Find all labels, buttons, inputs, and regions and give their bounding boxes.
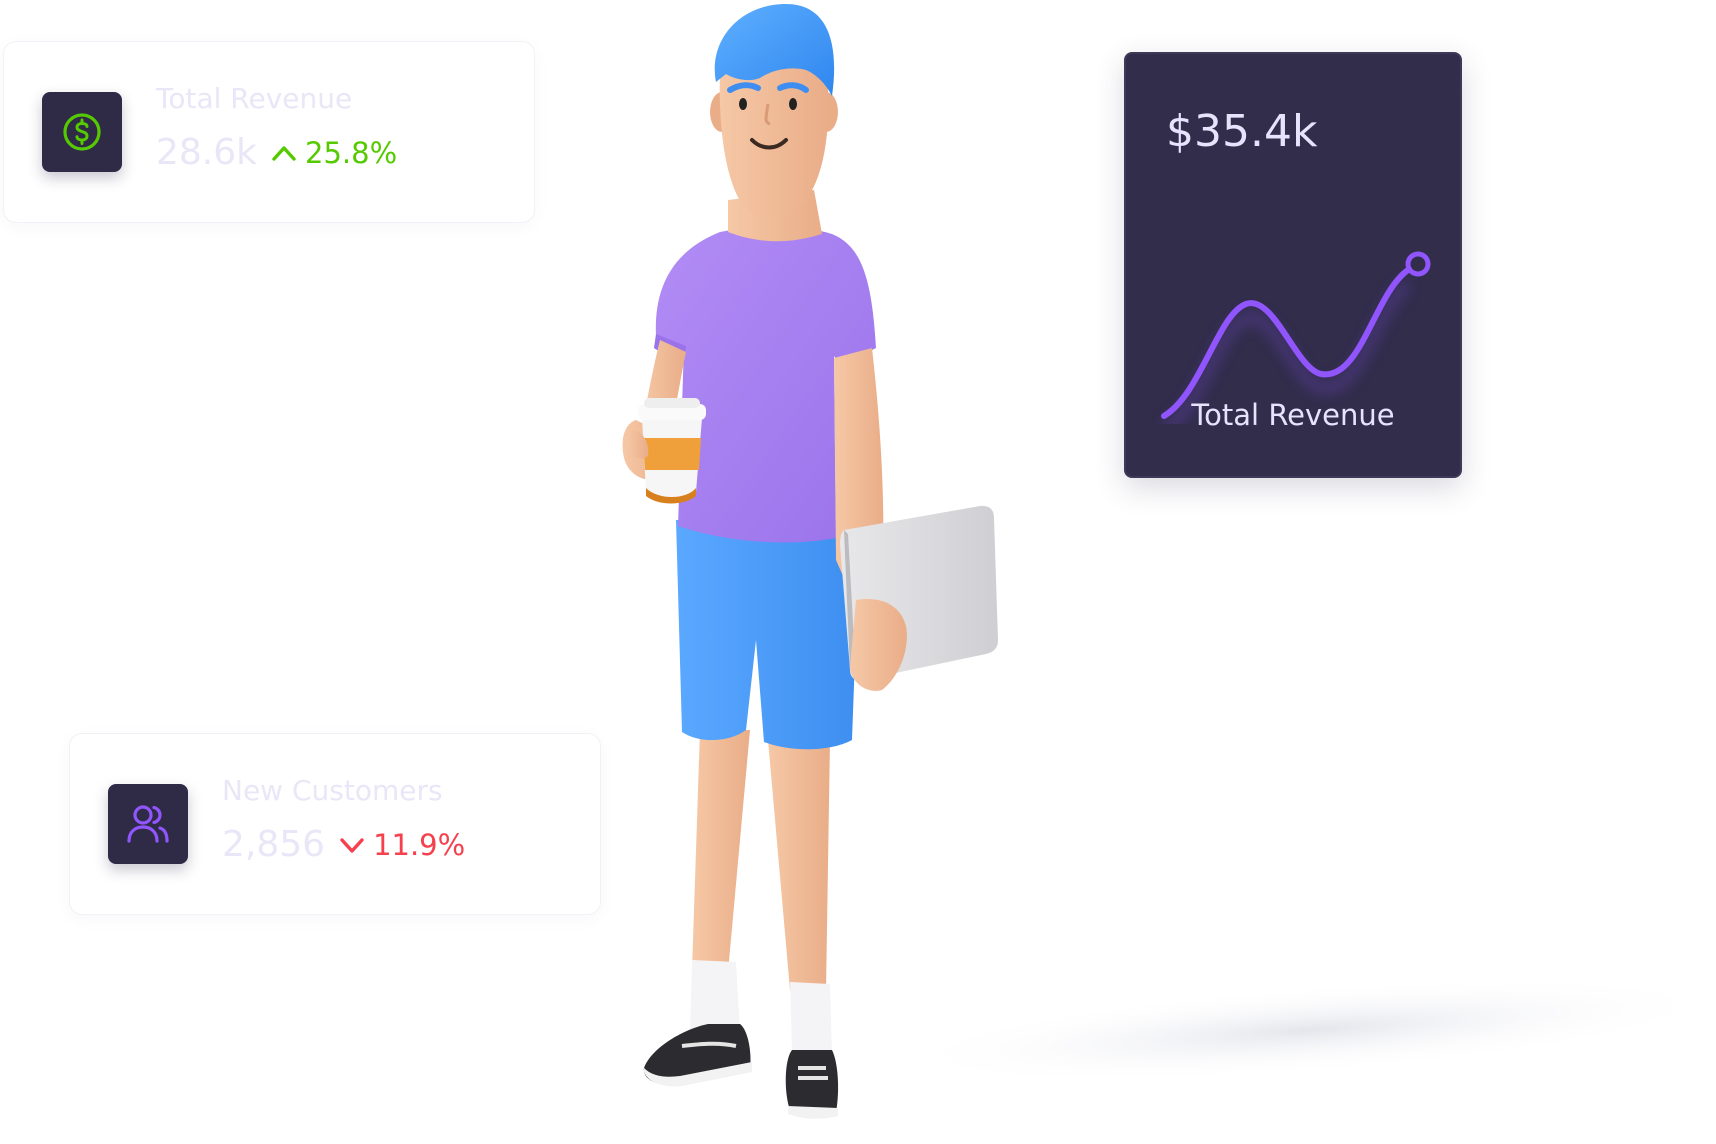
head xyxy=(710,4,838,218)
trend-end-point xyxy=(1405,251,1431,277)
hero-illustration: Total Revenue 28.6k 25.8% New Customers … xyxy=(0,0,1716,1144)
stat-label: Total Revenue xyxy=(156,82,353,115)
users-icon xyxy=(108,784,188,864)
trend-percentage: 25.8% xyxy=(305,135,398,170)
shorts xyxy=(676,520,860,750)
revenue-summary-card: $35.4k Total Revenue xyxy=(1124,52,1462,478)
dollar-circle-icon xyxy=(42,92,122,172)
revenue-trend-line xyxy=(1161,251,1431,424)
revenue-amount: $35.4k xyxy=(1166,106,1318,157)
stat-label: New Customers xyxy=(222,774,443,807)
revenue-card-label: Total Revenue xyxy=(1191,398,1395,432)
stat-row: 28.6k 25.8% xyxy=(156,132,397,173)
legs xyxy=(690,730,832,1052)
stat-row: 2,856 11.9% xyxy=(222,824,465,865)
stat-value: 28.6k xyxy=(156,132,258,173)
total-revenue-card: Total Revenue 28.6k 25.8% xyxy=(4,42,534,222)
character-illustration xyxy=(622,4,998,1119)
new-customers-card: New Customers 2,856 11.9% xyxy=(70,734,600,914)
chevron-down-icon xyxy=(340,837,364,853)
stat-value: 2,856 xyxy=(222,824,326,865)
chevron-up-icon xyxy=(272,145,296,161)
trend-percentage: 11.9% xyxy=(373,827,466,862)
